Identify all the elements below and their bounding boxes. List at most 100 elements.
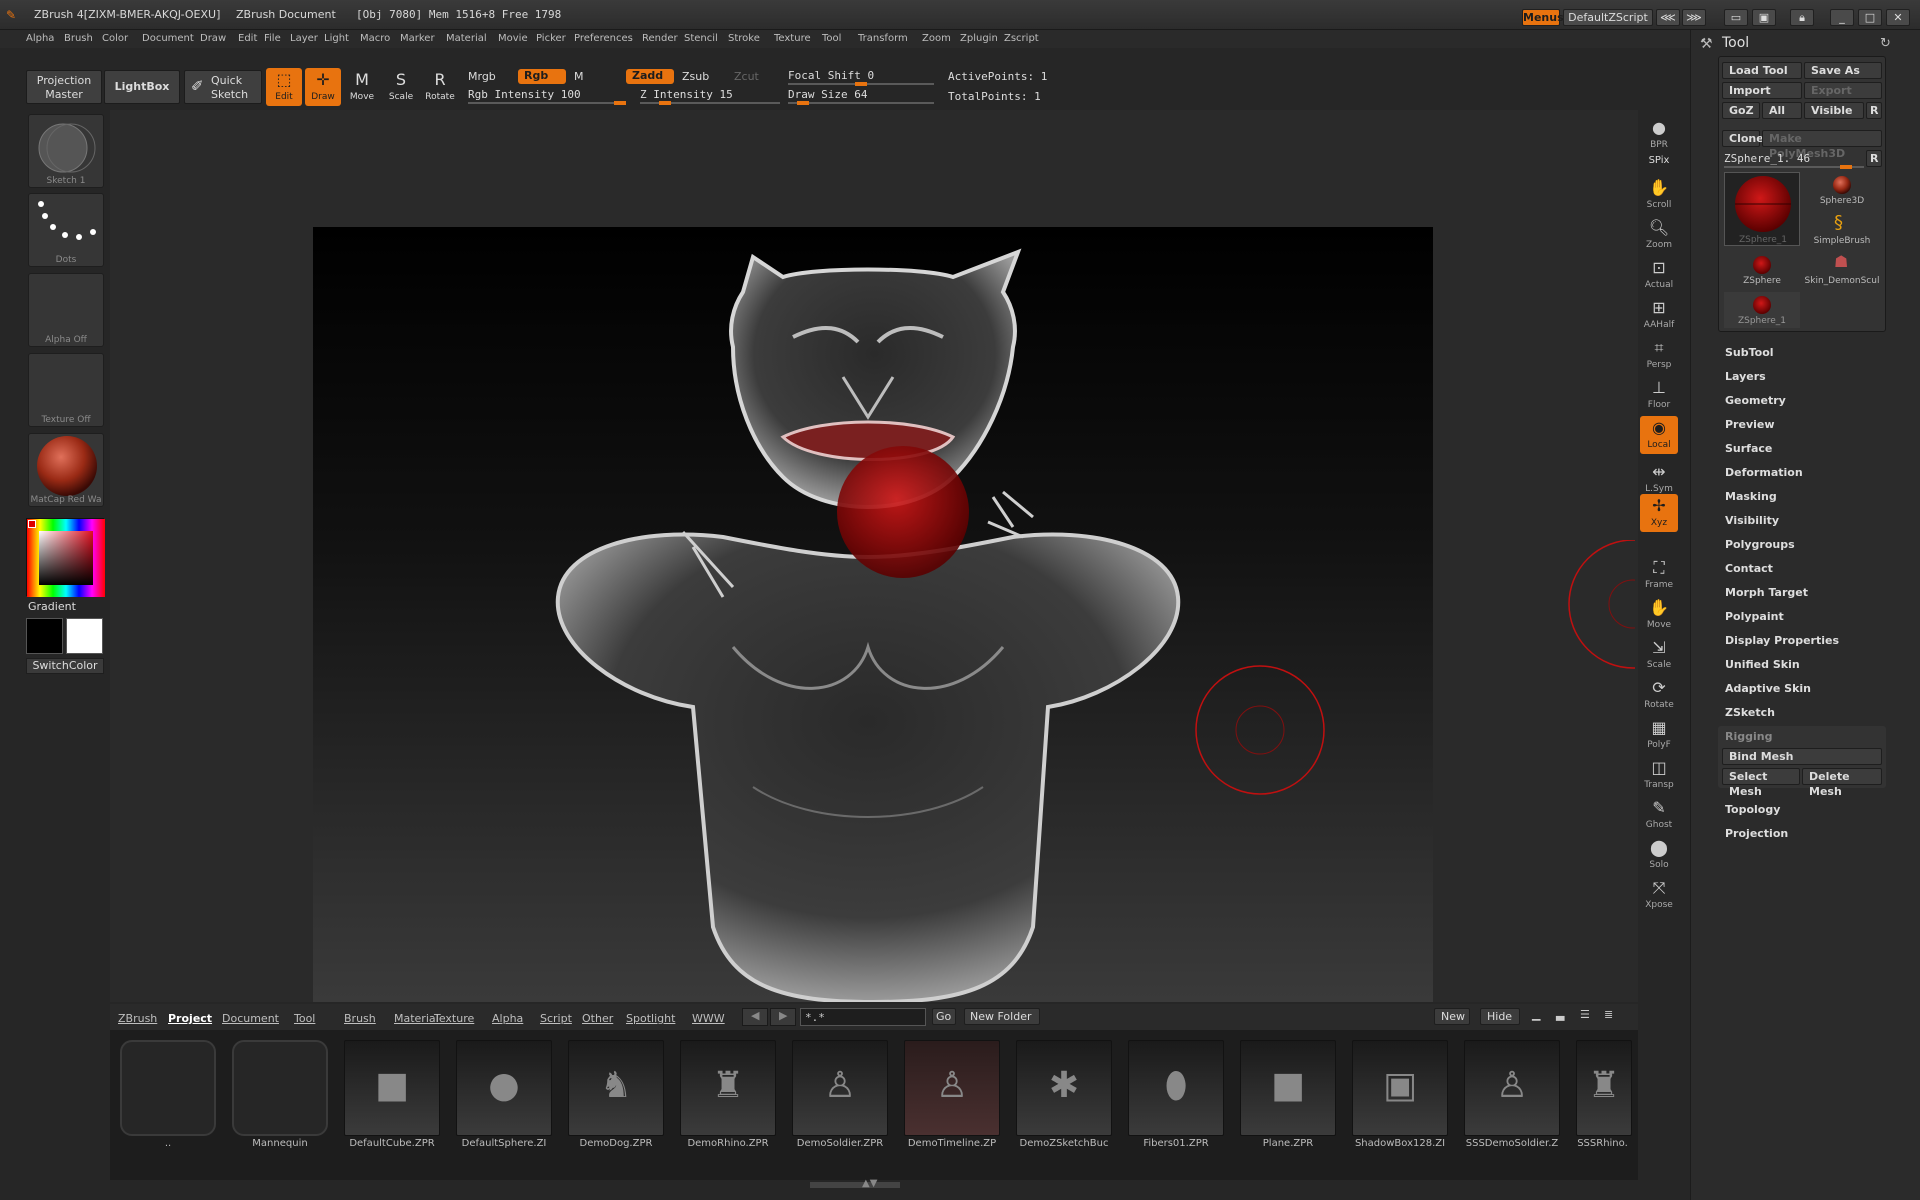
z-intensity-knob[interactable] xyxy=(659,101,672,105)
shelf-scroll-button[interactable]: ✋ Scroll xyxy=(1640,176,1678,214)
menu-texture[interactable]: Texture xyxy=(774,33,811,44)
menu-file[interactable]: File xyxy=(264,33,281,44)
all-button[interactable]: All xyxy=(1762,102,1802,119)
lightbox-tab-document[interactable]: Document xyxy=(222,1012,279,1025)
r-button-2[interactable]: R xyxy=(1866,150,1882,167)
clone-button[interactable]: Clone xyxy=(1722,130,1764,147)
r-button[interactable]: R xyxy=(1866,102,1882,119)
lightbox-toggle-icon[interactable]: ▲▼ xyxy=(862,1178,877,1189)
menu-alpha[interactable]: Alpha xyxy=(26,33,54,44)
shelf-xpose-button[interactable]: ⤧ Xpose xyxy=(1640,876,1678,914)
select-mesh-button[interactable]: Select Mesh xyxy=(1722,768,1800,798)
lightbox-tab-brush[interactable]: Brush xyxy=(344,1012,376,1025)
lightbox-item[interactable]: ♜ xyxy=(680,1040,776,1136)
current-tool-slider[interactable]: ZSphere_1. 46 xyxy=(1724,152,1810,165)
material-thumbnail[interactable]: MatCap Red Wa xyxy=(28,433,104,507)
secondary-color-swatch[interactable] xyxy=(66,618,103,654)
section-morph-target[interactable]: Morph Target xyxy=(1725,586,1808,599)
lightbox-item[interactable]: ⬮ xyxy=(1128,1040,1224,1136)
demon-bust-model[interactable] xyxy=(313,227,1433,1002)
gradient-label[interactable]: Gradient xyxy=(28,600,76,613)
draw-size-track[interactable] xyxy=(788,102,934,104)
lightbox-item[interactable]: ♞ xyxy=(568,1040,664,1136)
texture-thumbnail[interactable]: Texture Off xyxy=(28,353,104,427)
menu-zoom[interactable]: Zoom xyxy=(922,33,951,44)
zsub-button[interactable]: Zsub xyxy=(682,70,709,83)
lightbox-item[interactable]: ♙ xyxy=(1464,1040,1560,1136)
section-masking[interactable]: Masking xyxy=(1725,490,1777,503)
lightbox-tab-alpha[interactable]: Alpha xyxy=(492,1012,523,1025)
section-adaptive-skin[interactable]: Adaptive Skin xyxy=(1725,682,1811,695)
z-intensity-slider[interactable]: Z Intensity 15 xyxy=(640,88,733,101)
view-small-icon[interactable]: ▁ xyxy=(1532,1008,1552,1026)
lightbox-tab-script[interactable]: Script xyxy=(540,1012,572,1025)
zcut-button[interactable]: Zcut xyxy=(734,70,759,83)
zsphere-icon[interactable] xyxy=(837,446,969,578)
minimize-icon[interactable]: _ xyxy=(1830,9,1854,26)
quick-sketch-button[interactable]: ✐ Quick Sketch xyxy=(184,70,262,104)
section-preview[interactable]: Preview xyxy=(1725,418,1775,431)
new-folder-button[interactable]: New Folder xyxy=(964,1008,1040,1025)
section-polygroups[interactable]: Polygroups xyxy=(1725,538,1795,551)
stroke-thumbnail[interactable]: Dots xyxy=(28,193,104,267)
view-details-icon[interactable]: ≣ xyxy=(1604,1008,1624,1026)
lightbox-tab-project[interactable]: Project xyxy=(168,1012,212,1025)
draw-size-slider[interactable]: Draw Size 64 xyxy=(788,88,867,101)
tool-palette-title[interactable]: Tool xyxy=(1722,35,1749,51)
menu-preferences[interactable]: Preferences xyxy=(574,33,633,44)
section-display-properties[interactable]: Display Properties xyxy=(1725,634,1839,647)
zadd-button[interactable]: Zadd xyxy=(626,69,674,84)
lightbox-tab-other[interactable]: Other xyxy=(582,1012,613,1025)
lightbox-scrollbar[interactable] xyxy=(810,1182,900,1188)
shelf-persp-button[interactable]: ⌗ Persp xyxy=(1640,336,1678,374)
menu-marker[interactable]: Marker xyxy=(400,33,435,44)
alpha-thumbnail[interactable]: Alpha Off xyxy=(28,273,104,347)
rotate-tool-button[interactable]: R Rotate xyxy=(422,68,458,106)
menu-edit[interactable]: Edit xyxy=(238,33,257,44)
rigging-section[interactable]: Rigging xyxy=(1725,730,1772,743)
lightbox-tab-spotlight[interactable]: Spotlight xyxy=(626,1012,675,1025)
lightbox-tab-material[interactable]: Material xyxy=(394,1012,439,1025)
shelf-zoom-button[interactable]: 🔍︎ Zoom xyxy=(1640,216,1678,254)
delete-mesh-button[interactable]: Delete Mesh xyxy=(1802,768,1882,798)
lightbox-item[interactable]: ♙ xyxy=(792,1040,888,1136)
draw-tool-button[interactable]: ✛ Draw xyxy=(305,68,341,106)
shelf-solo-button[interactable]: ⬤ Solo xyxy=(1640,836,1678,874)
lightbox-item[interactable] xyxy=(232,1040,328,1136)
hide-button[interactable]: Hide xyxy=(1480,1008,1520,1025)
default-zscript-button[interactable]: DefaultZScript xyxy=(1563,9,1653,26)
shelf-ghost-button[interactable]: ✎ Ghost xyxy=(1640,796,1678,834)
bind-mesh-button[interactable]: Bind Mesh xyxy=(1722,748,1882,765)
next-arrow-icon[interactable]: ▶ xyxy=(770,1008,796,1026)
lightbox-item[interactable]: ✱ xyxy=(1016,1040,1112,1136)
scale-tool-button[interactable]: S Scale xyxy=(383,68,419,106)
shelf-rotate-button[interactable]: ⟳ Rotate xyxy=(1640,676,1678,714)
color-picker[interactable] xyxy=(26,518,105,597)
menu-transform[interactable]: Transform xyxy=(858,33,908,44)
shelf-l-sym-button[interactable]: ⇹ L.Sym xyxy=(1640,460,1678,498)
section-surface[interactable]: Surface xyxy=(1725,442,1772,455)
view-medium-icon[interactable]: ▃ xyxy=(1556,1008,1576,1026)
new-button[interactable]: New xyxy=(1434,1008,1470,1025)
section-visibility[interactable]: Visibility xyxy=(1725,514,1779,527)
lightbox-item[interactable]: ♙ xyxy=(904,1040,1000,1136)
shelf-floor-button[interactable]: ⊥ Floor xyxy=(1640,376,1678,414)
section-polypaint[interactable]: Polypaint xyxy=(1725,610,1784,623)
brush-thumbnail[interactable]: Sketch 1 xyxy=(28,114,104,188)
topology-section[interactable]: Topology xyxy=(1725,803,1780,816)
filter-input[interactable] xyxy=(800,1008,926,1026)
edit-tool-button[interactable]: ⬚ Edit xyxy=(266,68,302,106)
shelf-spix-button[interactable]: SPix xyxy=(1640,152,1678,170)
lightbox-tab-www[interactable]: WWW xyxy=(692,1012,725,1025)
section-geometry[interactable]: Geometry xyxy=(1725,394,1786,407)
rgb-intensity-slider[interactable]: Rgb Intensity 100 xyxy=(468,88,581,101)
lightbox-item[interactable] xyxy=(120,1040,216,1136)
menu-document[interactable]: Document xyxy=(142,33,194,44)
load-tool-button[interactable]: Load Tool xyxy=(1722,62,1802,79)
import-button[interactable]: Import xyxy=(1722,82,1802,99)
menu-zscript[interactable]: Zscript xyxy=(1004,33,1039,44)
lightbox-tab-tool[interactable]: Tool xyxy=(294,1012,315,1025)
menu-stroke[interactable]: Stroke xyxy=(728,33,760,44)
tool-thumb-zsphere1-b[interactable]: ZSphere_1 xyxy=(1724,292,1800,328)
tool-thumb-simplebrush[interactable]: § SimpleBrush xyxy=(1802,212,1882,248)
